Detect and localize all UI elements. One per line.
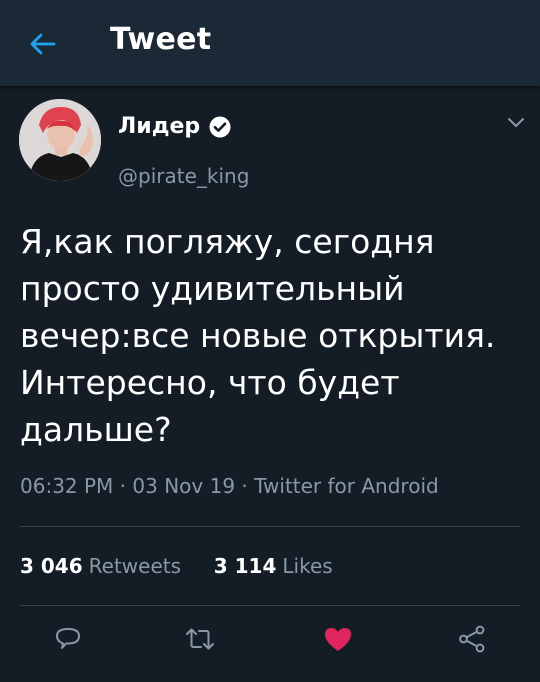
retweet-icon xyxy=(186,628,214,650)
meta-separator: · xyxy=(241,474,248,498)
divider xyxy=(20,526,520,527)
like-button[interactable] xyxy=(321,622,355,656)
tweet-meta: 06:32 PM · 03 Nov 19 · Twitter for Andro… xyxy=(20,474,439,498)
share-icon xyxy=(459,625,485,653)
page-title: Tweet xyxy=(110,22,212,57)
retweets-label: Retweets xyxy=(88,554,182,578)
share-button[interactable] xyxy=(455,622,489,656)
back-button[interactable] xyxy=(22,24,62,64)
like-icon xyxy=(325,628,351,651)
likes-stat[interactable]: 3 114 Likes xyxy=(214,554,333,578)
chevron-down-icon[interactable] xyxy=(505,114,527,130)
tweet-date: 03 Nov 19 xyxy=(132,474,236,498)
avatar-image xyxy=(19,99,101,181)
tweet-line: Интересно, что будет xyxy=(20,363,400,402)
tweet-line: дальше? xyxy=(20,410,172,449)
tweet-text: Я,как погляжу, сегодня просто удивительн… xyxy=(20,218,525,453)
likes-count: 3 114 xyxy=(213,554,277,578)
tweet-time: 06:32 PM xyxy=(20,474,114,498)
meta-separator: · xyxy=(119,474,127,498)
tweet-stats: 3 046 Retweets 3 114 Likes xyxy=(20,554,333,578)
tweet-line: Я,как погляжу, сегодня xyxy=(20,222,435,261)
author-handle[interactable]: @pirate_king xyxy=(118,164,249,188)
display-name: Лидер xyxy=(118,114,201,139)
tweet-line: вечер:все новые открытия. xyxy=(20,316,496,355)
tweet-client[interactable]: Twitter for Android xyxy=(254,474,439,498)
verified-badge-icon xyxy=(209,116,231,137)
likes-label: Likes xyxy=(282,554,333,578)
author-name-row[interactable]: Лидер xyxy=(118,114,232,139)
retweets-stat[interactable]: 3 046 Retweets xyxy=(20,554,187,578)
reply-button[interactable] xyxy=(51,622,85,656)
reply-icon xyxy=(56,628,80,649)
retweet-button[interactable] xyxy=(183,622,217,656)
avatar[interactable] xyxy=(19,99,101,181)
divider xyxy=(20,605,520,606)
top-app-bar: Tweet xyxy=(0,0,540,86)
tweet-line: просто удивительный xyxy=(20,269,405,308)
retweets-count: 3 046 xyxy=(20,554,83,578)
arrow-left-icon xyxy=(30,33,56,55)
